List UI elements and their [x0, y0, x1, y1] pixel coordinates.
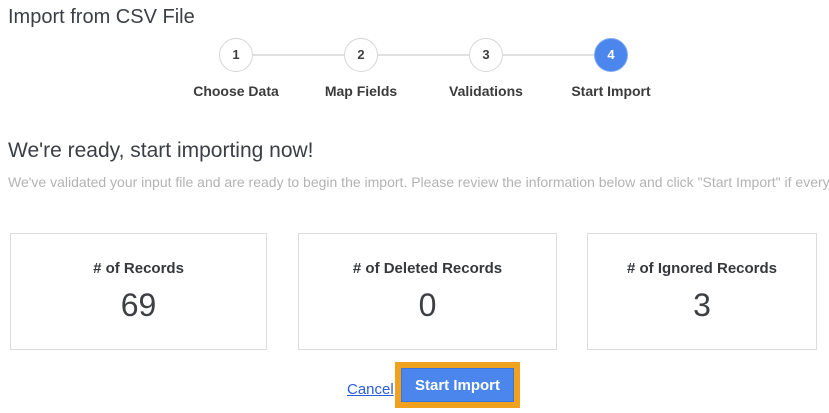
stat-label: # of Deleted Records — [352, 260, 503, 277]
stat-value: 3 — [693, 287, 711, 323]
highlight-annotation: Start Import — [395, 362, 520, 408]
import-stepper: 1 Choose Data 2 Map Fields 3 Validations… — [0, 38, 829, 100]
import-wizard-page: Import from CSV File 1 Choose Data 2 Map… — [0, 0, 829, 413]
step-label: Start Import — [571, 83, 651, 99]
stat-box-deleted-records: # of Deleted Records 0 — [298, 233, 557, 350]
step-validations[interactable]: 3 Validations — [424, 38, 548, 99]
stat-box-ignored-records: # of Ignored Records 3 — [587, 233, 817, 350]
stat-value: 0 — [418, 287, 437, 323]
page-title: Import from CSV File — [8, 6, 195, 28]
step-label: Choose Data — [193, 83, 279, 99]
stat-box-records: # of Records 69 — [10, 233, 267, 350]
stat-label: # of Ignored Records — [626, 260, 778, 277]
step-label: Map Fields — [324, 83, 398, 99]
stat-value: 69 — [120, 287, 157, 323]
step-number-badge: 2 — [344, 38, 378, 72]
description-text: We've validated your input file and are … — [8, 174, 829, 190]
step-label: Validations — [449, 83, 523, 99]
ready-heading: We're ready, start importing now! — [8, 139, 314, 162]
step-start-import[interactable]: 4 Start Import — [549, 38, 673, 99]
step-number-badge: 1 — [219, 38, 253, 72]
step-choose-data[interactable]: 1 Choose Data — [174, 38, 298, 99]
stat-label: # of Records — [93, 260, 184, 277]
step-number-badge: 3 — [469, 38, 503, 72]
cancel-link[interactable]: Cancel — [347, 381, 394, 398]
start-import-button[interactable]: Start Import — [401, 368, 514, 402]
step-map-fields[interactable]: 2 Map Fields — [299, 38, 423, 99]
step-number-badge-active: 4 — [594, 38, 628, 72]
